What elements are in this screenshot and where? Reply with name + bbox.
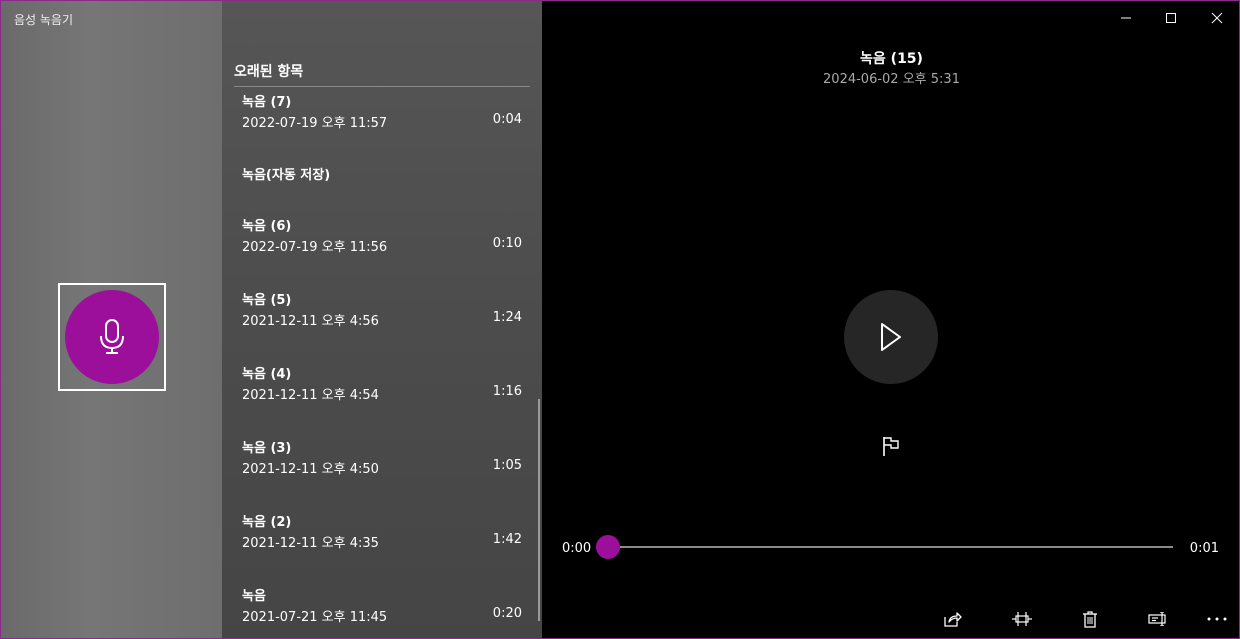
- rename-icon: [1148, 612, 1166, 626]
- list-item-recording-4[interactable]: 녹음 (4) 2021-12-11 오후 4:54 1:16: [222, 363, 534, 423]
- microphone-icon: [100, 319, 124, 354]
- recordings-list[interactable]: 녹음 (7) 2022-07-19 오후 11:57 0:04 녹음(자동 저장…: [222, 87, 542, 638]
- recording-name: 녹음 (2): [242, 515, 292, 530]
- list-item-recording-6[interactable]: 녹음 (6) 2022-07-19 오후 11:56 0:10: [222, 215, 534, 275]
- recording-date: 2022-07-19 오후 11:57: [242, 116, 388, 131]
- more-options-button[interactable]: [1202, 605, 1232, 633]
- recording-name: 녹음 (4): [242, 367, 292, 382]
- more-icon: [1207, 617, 1227, 621]
- maximize-button[interactable]: [1148, 1, 1194, 35]
- recording-date: 2021-12-11 오후 4:56: [242, 314, 379, 329]
- list-item-recording-7[interactable]: 녹음 (7) 2022-07-19 오후 11:57 0:04: [222, 91, 534, 151]
- section-header-older: 오래된 항목: [234, 64, 304, 80]
- recording-date: 2021-12-11 오후 4:54: [242, 388, 379, 403]
- recording-name: 녹음: [242, 589, 266, 604]
- list-item-recording-5[interactable]: 녹음 (5) 2021-12-11 오후 4:56 1:24: [222, 289, 534, 349]
- recording-duration: 1:42: [492, 532, 522, 547]
- app-title: 음성 녹음기: [14, 13, 74, 27]
- recording-name: 녹음 (5): [242, 293, 292, 308]
- trim-button[interactable]: [1007, 605, 1037, 633]
- minimize-icon: [1121, 17, 1131, 19]
- delete-button[interactable]: [1075, 605, 1105, 633]
- recording-name: 녹음 (6): [242, 219, 292, 234]
- recording-duration: 0:20: [492, 606, 522, 621]
- recording-timestamp: 2024-06-02 오후 5:31: [823, 72, 960, 87]
- player-panel: 녹음 (15) 2024-06-02 오후 5:31 0:00 0:01: [542, 1, 1239, 638]
- maximize-icon: [1166, 13, 1176, 23]
- recording-date: 2021-07-21 오후 11:45: [242, 610, 388, 625]
- recording-date: 2022-07-19 오후 11:56: [242, 240, 388, 255]
- current-time: 0:00: [562, 541, 592, 556]
- close-icon: [1211, 12, 1223, 24]
- share-icon: [944, 612, 962, 627]
- app-window: 음성 녹음기 오래된 항목 녹음 (7) 2022-07-19 오후 11:57…: [0, 0, 1240, 639]
- recording-duration: 0:04: [492, 112, 522, 127]
- list-scrollbar[interactable]: [538, 399, 540, 621]
- record-button-focus-frame: [58, 283, 166, 391]
- recording-duration: 0:10: [492, 236, 522, 251]
- trim-icon: [1012, 612, 1032, 626]
- recordings-list-panel: 오래된 항목 녹음 (7) 2022-07-19 오후 11:57 0:04 녹…: [222, 1, 542, 638]
- recording-duration: 1:05: [492, 458, 522, 473]
- recording-duration: 1:16: [492, 384, 522, 399]
- list-item-recording-2[interactable]: 녹음 (2) 2021-12-11 오후 4:35 1:42: [222, 511, 534, 571]
- total-time: 0:01: [1189, 541, 1219, 556]
- group-header-autosave: 녹음(자동 저장): [242, 168, 331, 183]
- list-item-recording-3[interactable]: 녹음 (3) 2021-12-11 오후 4:50 1:05: [222, 437, 534, 497]
- flag-icon: [883, 437, 899, 456]
- share-button[interactable]: [938, 605, 968, 633]
- add-marker-button[interactable]: [878, 433, 904, 459]
- recording-date: 2021-12-11 오후 4:35: [242, 536, 379, 551]
- recording-date: 2021-12-11 오후 4:50: [242, 462, 379, 477]
- play-button[interactable]: [844, 290, 938, 384]
- recording-name: 녹음 (3): [242, 441, 292, 456]
- minimize-button[interactable]: [1103, 1, 1149, 35]
- record-button[interactable]: [65, 290, 159, 384]
- record-panel: 음성 녹음기: [1, 1, 222, 638]
- rename-button[interactable]: [1143, 605, 1173, 633]
- recording-duration: 1:24: [492, 310, 522, 325]
- recording-title: 녹음 (15): [860, 51, 923, 67]
- seek-track[interactable]: [608, 546, 1173, 548]
- close-button[interactable]: [1194, 1, 1239, 35]
- seek-thumb[interactable]: [596, 535, 620, 559]
- delete-icon: [1083, 610, 1097, 628]
- list-item-recording-1[interactable]: 녹음 2021-07-21 오후 11:45 0:20: [222, 585, 534, 638]
- recording-name: 녹음 (7): [242, 95, 292, 110]
- play-icon: [881, 323, 901, 351]
